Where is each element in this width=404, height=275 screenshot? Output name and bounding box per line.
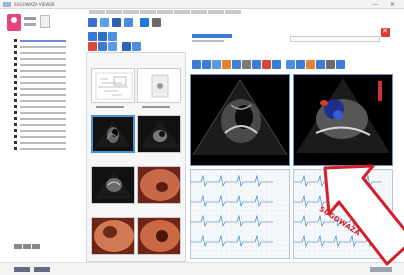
left-panel-controls [14, 244, 74, 254]
title-bar: SUGOWAZA VIEWER — ✕ [0, 0, 404, 9]
toolbar-tool-icon[interactable] [140, 18, 149, 27]
app-window: SUGOWAZA VIEWER — ✕ ✕ SUGOWAZA [0, 0, 404, 275]
menu-item[interactable] [123, 10, 139, 14]
left-control-button[interactable] [23, 244, 31, 249]
layout-icon[interactable] [98, 42, 107, 51]
app-icon [3, 2, 11, 7]
minimize-button[interactable]: — [372, 1, 378, 8]
document-thumbnail[interactable] [91, 68, 135, 108]
document-thumbnail[interactable] [137, 68, 181, 108]
layout-icon[interactable] [88, 42, 97, 51]
menu-item[interactable] [225, 10, 241, 14]
viewer-tool-icon[interactable] [316, 60, 325, 69]
layout-icon[interactable] [132, 42, 141, 51]
viewer-tool-icon[interactable] [336, 60, 345, 69]
viewer-toolbar [190, 60, 404, 70]
thumbnail-toolbar [88, 32, 188, 51]
echo-thumbnail[interactable] [137, 115, 181, 153]
menu-bar [89, 9, 249, 16]
thumbnail-panel [86, 52, 186, 262]
menu-item[interactable] [157, 10, 173, 14]
toolbar-tool-icon[interactable] [88, 18, 97, 27]
toolbar-tool-icon[interactable] [152, 18, 161, 27]
viewer-tool-icon[interactable] [202, 60, 211, 69]
patient-name-text [24, 17, 36, 20]
main-toolbar [88, 18, 188, 30]
viewer-tool-icon[interactable] [242, 60, 251, 69]
viewer-area [190, 32, 404, 262]
study-list [14, 38, 74, 152]
status-indicator [370, 267, 392, 272]
endoscopy-thumbnail[interactable] [137, 217, 181, 255]
viewer-tool-icon[interactable] [252, 60, 261, 69]
menu-item[interactable] [89, 10, 105, 14]
viewer-tool-icon[interactable] [192, 60, 201, 69]
study-info-bar [190, 32, 404, 44]
layout-icon[interactable] [98, 32, 107, 41]
endoscopy-thumbnail[interactable] [91, 217, 135, 255]
menu-item[interactable] [191, 10, 207, 14]
toolbar-tool-icon[interactable] [112, 18, 121, 27]
left-control-button[interactable] [14, 244, 22, 249]
echo-thumbnail[interactable] [91, 115, 135, 153]
menu-item[interactable] [208, 10, 224, 14]
ecg-viewport[interactable] [190, 169, 290, 259]
viewer-tool-icon[interactable] [222, 60, 231, 69]
status-button[interactable] [14, 267, 30, 272]
layout-icon[interactable] [108, 42, 117, 51]
list-item[interactable] [14, 146, 74, 152]
patient-id-text [24, 23, 36, 26]
window-title: SUGOWAZA VIEWER [14, 2, 55, 7]
viewer-tool-icon[interactable] [232, 60, 241, 69]
menu-item[interactable] [106, 10, 122, 14]
comment-input[interactable] [290, 36, 380, 42]
layout-icon[interactable] [108, 32, 117, 41]
viewer-tool-icon[interactable] [272, 60, 281, 69]
echo-thumbnail[interactable] [91, 166, 135, 204]
toolbar-tool-icon[interactable] [124, 18, 133, 27]
menu-item[interactable] [174, 10, 190, 14]
menu-item[interactable] [140, 10, 156, 14]
viewer-tool-icon[interactable] [262, 60, 271, 69]
image-viewport[interactable] [190, 74, 290, 166]
toolbar-tool-icon[interactable] [100, 18, 109, 27]
study-header-bar [192, 34, 232, 38]
viewer-tool-icon[interactable] [296, 60, 305, 69]
viewer-tool-icon[interactable] [306, 60, 315, 69]
patient-avatar-icon [7, 14, 21, 31]
viewer-tool-icon[interactable] [326, 60, 335, 69]
patient-info-button[interactable] [40, 15, 50, 28]
status-bar [0, 262, 404, 275]
left-control-button[interactable] [32, 244, 40, 249]
ecg-viewport[interactable] [293, 169, 393, 259]
viewer-tool-icon[interactable] [212, 60, 221, 69]
close-window-button[interactable]: ✕ [390, 1, 395, 8]
viewer-tool-icon[interactable] [286, 60, 295, 69]
image-viewport[interactable] [293, 74, 393, 166]
status-button[interactable] [34, 267, 50, 272]
endoscopy-thumbnail[interactable] [137, 166, 181, 204]
layout-icon[interactable] [122, 42, 131, 51]
close-viewer-button[interactable] [381, 27, 390, 37]
layout-icon[interactable] [88, 32, 97, 41]
